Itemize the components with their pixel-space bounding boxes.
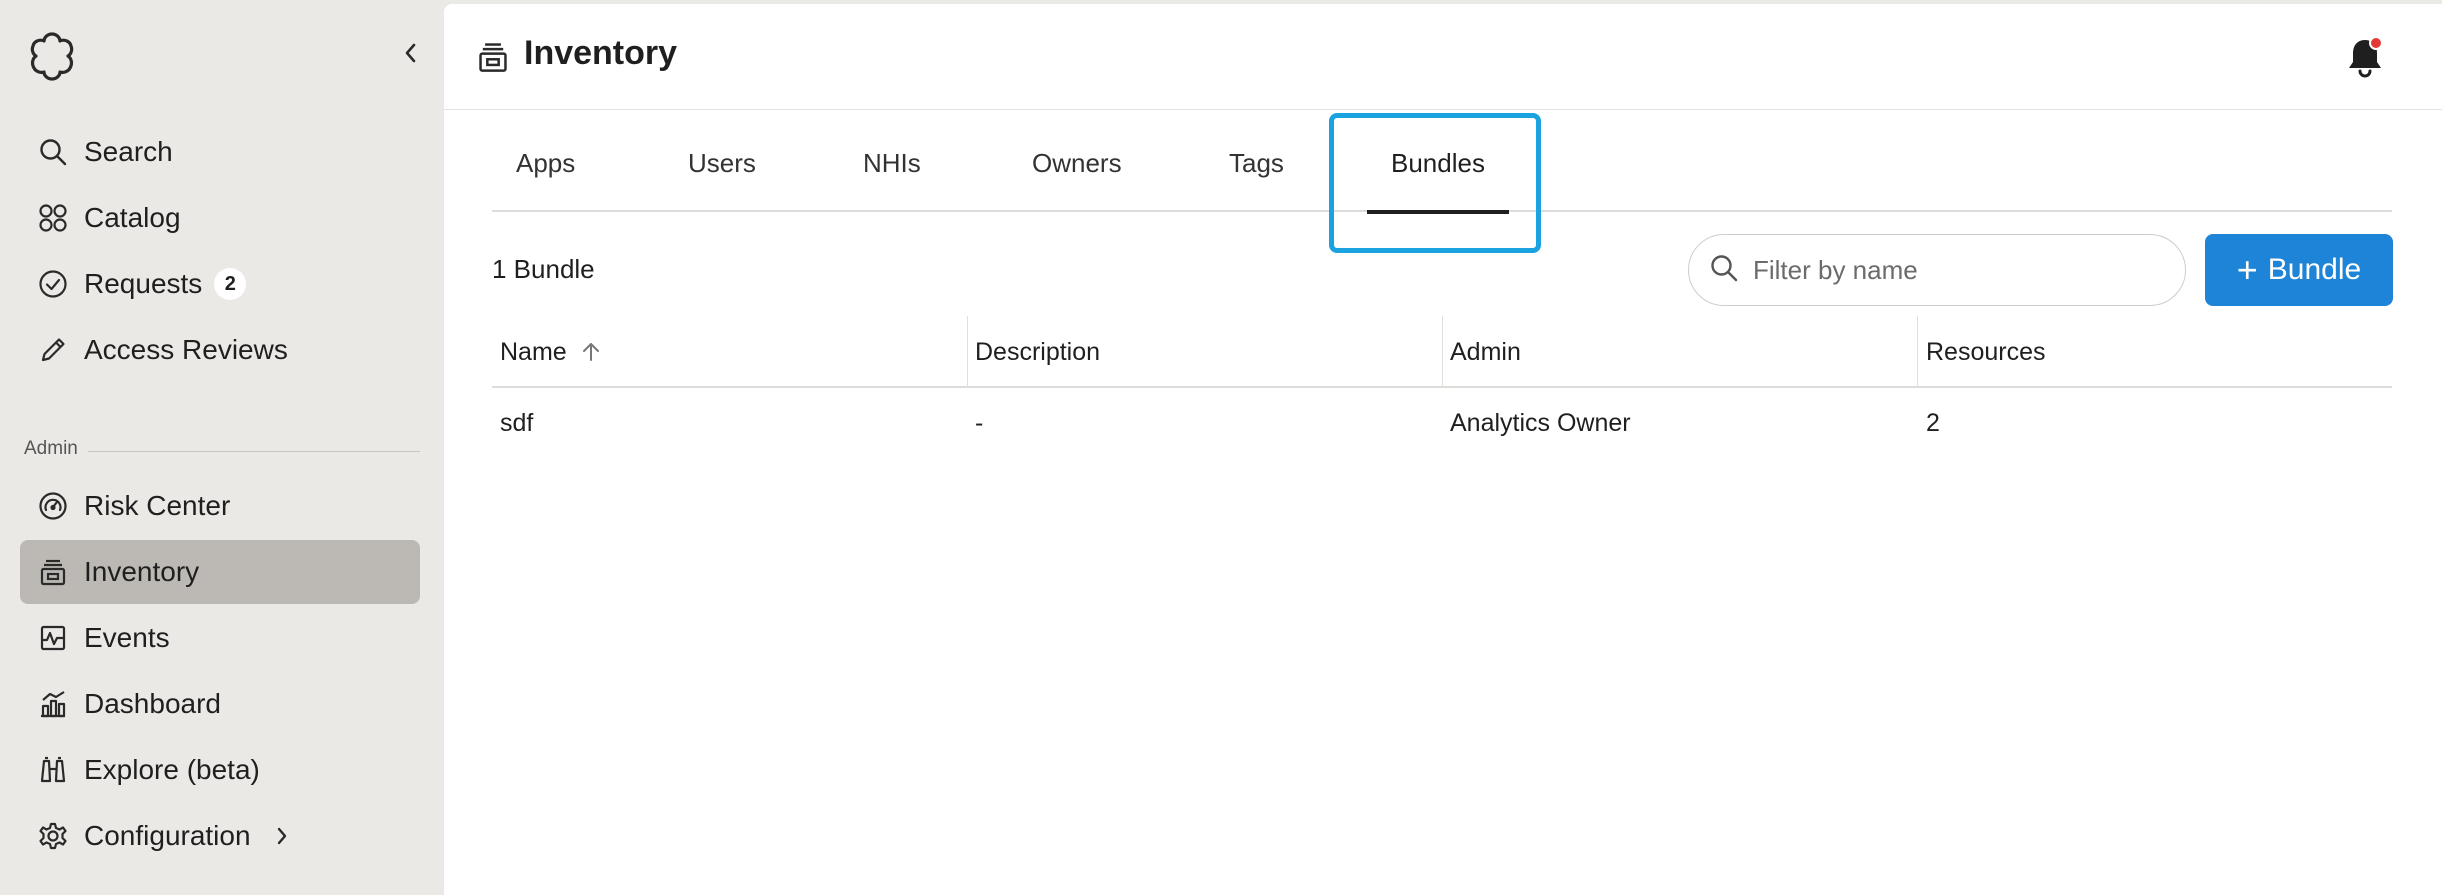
cell-name: sdf [500, 408, 534, 437]
sidebar-item-dashboard[interactable]: Dashboard [20, 672, 420, 736]
sidebar-item-risk-center[interactable]: Risk Center [20, 474, 420, 538]
plus-icon: + [2236, 249, 2258, 290]
collapse-sidebar-button[interactable] [396, 38, 426, 68]
pencil-icon [36, 333, 70, 367]
search-icon [1709, 253, 1739, 288]
tab-apps[interactable]: Apps [516, 114, 575, 212]
page-title: Inventory [524, 34, 678, 72]
app-logo-icon[interactable] [26, 30, 78, 82]
main-content: Inventory Apps Users NHIs Owners Tags Bu… [444, 4, 2442, 895]
inventory-icon [36, 555, 70, 589]
filter-by-name-input[interactable] [1753, 254, 2153, 286]
sidebar-item-explore[interactable]: Explore (beta) [20, 738, 420, 802]
dashboard-icon [36, 687, 70, 721]
tab-bundles[interactable]: Bundles [1367, 114, 1509, 214]
bundle-count: 1 Bundle [492, 254, 595, 284]
sidebar-item-label: Access Reviews [84, 334, 288, 365]
table-row[interactable]: sdf - Analytics Owner 2 [492, 388, 2392, 458]
catalog-icon [36, 201, 70, 235]
tab-users[interactable]: Users [688, 114, 756, 212]
chevron-right-icon [275, 824, 295, 848]
tab-owners[interactable]: Owners [1032, 114, 1122, 212]
requests-count-badge: 2 [214, 268, 247, 300]
notifications-button[interactable] [2342, 34, 2388, 80]
events-icon [36, 621, 70, 655]
sidebar: Search Catalog Requests 2 Access Reviews… [0, 0, 444, 895]
sidebar-item-label: Inventory [84, 556, 200, 587]
search-icon [36, 135, 70, 169]
sort-ascending-icon [582, 343, 599, 361]
tab-nhis[interactable]: NHIs [863, 114, 921, 212]
column-header-admin[interactable]: Admin [1442, 316, 1917, 388]
sidebar-item-configuration[interactable]: Configuration [20, 804, 420, 868]
bundles-table: Name Description Admin Resources sdf - A… [492, 316, 2392, 458]
cell-admin: Analytics Owner [1450, 408, 1631, 437]
sidebar-item-label: Search [84, 136, 173, 167]
column-header-name[interactable]: Name [492, 316, 967, 388]
sidebar-item-events[interactable]: Events [20, 606, 420, 670]
sidebar-item-label: Explore (beta) [84, 754, 260, 785]
sidebar-item-label: Catalog [84, 202, 181, 233]
add-bundle-label: Bundle [2267, 253, 2362, 286]
risk-gauge-icon [36, 489, 70, 523]
cell-description: - [975, 408, 984, 437]
binoculars-icon [36, 753, 70, 787]
column-header-description[interactable]: Description [967, 316, 1442, 388]
notification-dot [2369, 36, 2383, 50]
sidebar-item-label: Requests [84, 268, 203, 299]
inventory-icon [476, 40, 510, 74]
gear-icon [36, 819, 70, 853]
sidebar-item-requests[interactable]: Requests 2 [20, 252, 420, 316]
admin-divider [88, 451, 420, 452]
sidebar-item-catalog[interactable]: Catalog [20, 186, 420, 250]
admin-section-label: Admin [24, 438, 78, 459]
inventory-tabs: Apps Users NHIs Owners Tags Bundles [492, 114, 2392, 214]
sidebar-item-label: Dashboard [84, 688, 221, 719]
column-header-resources[interactable]: Resources [1918, 316, 2392, 388]
bell-icon [2349, 36, 2383, 78]
sidebar-item-inventory[interactable]: Inventory [20, 540, 420, 604]
table-header: Name Description Admin Resources [492, 316, 2392, 388]
tab-tags[interactable]: Tags [1229, 114, 1284, 212]
sidebar-item-label: Events [84, 622, 170, 653]
add-bundle-button[interactable]: + Bundle [2205, 234, 2393, 306]
sidebar-item-search[interactable]: Search [20, 120, 420, 184]
sidebar-item-label: Risk Center [84, 490, 231, 521]
filter-field[interactable] [1688, 234, 2186, 306]
requests-icon [36, 267, 70, 301]
page-header: Inventory [444, 4, 2442, 110]
cell-resources: 2 [1926, 408, 1940, 437]
sidebar-item-label: Configuration [84, 820, 251, 851]
chevron-left-icon [405, 43, 416, 63]
sidebar-item-access-reviews[interactable]: Access Reviews [20, 318, 420, 382]
